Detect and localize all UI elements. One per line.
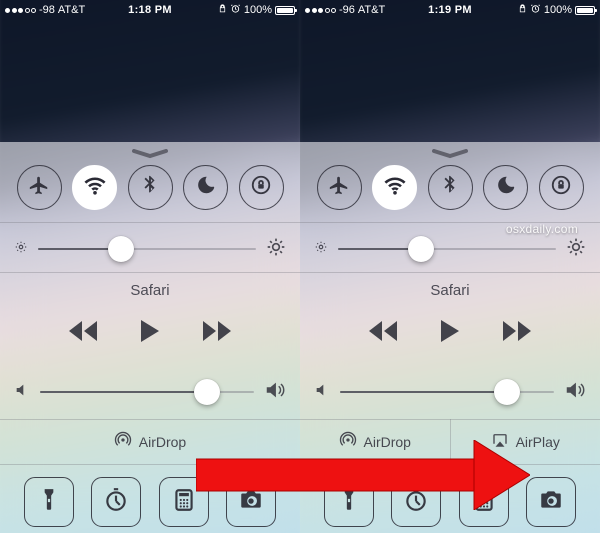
flashlight-icon [336,487,362,518]
timer-shortcut[interactable] [391,477,441,527]
bluetooth-icon [139,174,161,201]
camera-icon [238,487,264,518]
forward-button[interactable] [203,321,231,341]
status-bar: -98 AT&T 1:18 PM 100% [0,0,300,20]
now-playing-title: Safari [300,282,600,299]
brightness-low-icon [14,240,28,259]
rotation-lock-icon [550,174,572,201]
slider[interactable] [340,381,554,403]
wifi-toggle[interactable] [72,165,117,210]
watermark: osxdaily.com [506,222,578,236]
airdrop-icon [339,431,357,452]
control-center: Safari AirDrop AirPlay [300,142,600,533]
clock: 1:19 PM [300,4,600,16]
slider[interactable] [38,238,256,260]
airdrop-icon [114,431,132,452]
toggle-row [300,157,600,217]
volume-low-icon [314,382,330,403]
timer-icon [103,487,129,518]
wifi-toggle[interactable] [372,165,417,210]
clock: 1:18 PM [0,4,300,16]
timer-shortcut[interactable] [91,477,141,527]
bluetooth-toggle[interactable] [128,165,173,210]
bluetooth-toggle[interactable] [428,165,473,210]
brightness-high-icon [266,237,286,262]
calculator-shortcut[interactable] [459,477,509,527]
slider-thumb[interactable] [408,236,434,262]
media-controls [300,320,600,342]
phone-screenshot-1: -98 AT&T 1:18 PM 100% [0,0,300,533]
rotation-lock-icon [250,174,272,201]
slider-thumb[interactable] [494,379,520,405]
dnd-icon [195,174,217,201]
battery-icon [575,6,595,15]
slider-thumb[interactable] [194,379,220,405]
status-bar: -96 AT&T 1:19 PM 100% [300,0,600,20]
camera-shortcut[interactable] [526,477,576,527]
airdrop-button[interactable]: AirDrop [300,419,450,464]
dnd-icon [495,174,517,201]
camera-icon [538,487,564,518]
play-button[interactable] [141,320,159,342]
camera-shortcut[interactable] [226,477,276,527]
battery-icon [275,6,295,15]
rotation-lock-toggle[interactable] [239,165,284,210]
brightness-row [0,230,300,268]
dnd-toggle[interactable] [183,165,228,210]
airplane-toggle[interactable] [17,165,62,210]
timer-icon [403,487,429,518]
toggle-row [0,157,300,217]
airdrop-label: AirDrop [364,434,411,450]
dnd-toggle[interactable] [483,165,528,210]
airplane-icon [328,174,350,201]
airdrop-button[interactable]: AirDrop [0,419,300,464]
feature-row: AirDrop AirPlay [300,419,600,464]
slider-thumb[interactable] [108,236,134,262]
rotation-lock-toggle[interactable] [539,165,584,210]
app-shortcut-row [300,472,600,532]
rewind-button[interactable] [69,321,97,341]
calculator-icon [471,487,497,518]
forward-button[interactable] [503,321,531,341]
airplane-icon [28,174,50,201]
media-controls [0,320,300,342]
slider[interactable] [338,238,556,260]
now-playing-title: Safari [0,282,300,299]
control-center: Safari AirDrop [0,142,300,533]
wifi-icon [384,174,406,201]
calculator-icon [171,487,197,518]
volume-row [300,372,600,412]
airplane-toggle[interactable] [317,165,362,210]
flashlight-icon [36,487,62,518]
play-button[interactable] [441,320,459,342]
volume-low-icon [14,382,30,403]
brightness-high-icon [566,237,586,262]
volume-high-icon [564,379,586,406]
airplay-icon [491,431,509,452]
airplay-button[interactable]: AirPlay [450,419,600,464]
phone-screenshot-2: -96 AT&T 1:19 PM 100% [300,0,600,533]
app-shortcut-row [0,472,300,532]
calculator-shortcut[interactable] [159,477,209,527]
brightness-low-icon [314,240,328,259]
airdrop-label: AirDrop [139,434,186,450]
slider[interactable] [40,381,254,403]
flashlight-shortcut[interactable] [324,477,374,527]
wifi-icon [84,174,106,201]
bluetooth-icon [439,174,461,201]
airplay-label: AirPlay [516,434,560,450]
feature-row: AirDrop [0,419,300,464]
volume-high-icon [264,379,286,406]
flashlight-shortcut[interactable] [24,477,74,527]
rewind-button[interactable] [369,321,397,341]
volume-row [0,372,300,412]
